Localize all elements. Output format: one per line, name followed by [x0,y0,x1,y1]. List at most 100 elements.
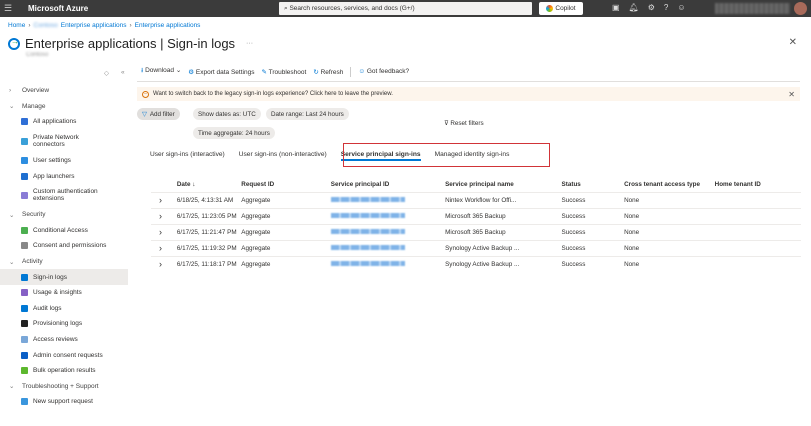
cell[interactable] [330,207,446,224]
sidebar-item-label: Security [22,211,46,219]
sidebar-item-overview[interactable]: › Overview [0,83,128,99]
sidebar-item-consent-and-permissions[interactable]: Consent and permissions [0,238,128,254]
expand-row-icon[interactable]: › [151,207,177,224]
nav-icon [21,273,28,281]
avatar[interactable] [794,2,807,15]
service-principal-id-link[interactable] [330,228,405,234]
sidebar-item-label: Troubleshooting + Support [22,382,99,390]
cell: Success [561,239,625,256]
sidebar-item-user-settings[interactable]: User settings [0,153,128,169]
table-row[interactable]: › 6/17/25, 11:19:32 PM Aggregate Synology A… [151,239,801,256]
breadcrumb-enterprise-apps[interactable]: Enterprise applications [61,22,127,29]
sidebar-item-activity[interactable]: ⌄ Activity [0,254,128,270]
dismiss-banner-icon[interactable]: ✕ [788,90,795,99]
service-principal-id-link[interactable] [330,244,405,250]
expand-row-icon[interactable]: › [151,255,177,272]
expand-row-icon[interactable]: › [151,191,177,208]
expand-row-icon[interactable]: › [151,223,177,240]
notifications-icon[interactable]: 🔔︎ [629,3,639,12]
sidebar-item-audit-logs[interactable]: Audit logs [0,301,128,317]
nav-icon [21,351,28,359]
cell: None [624,239,715,256]
nav-icon [21,157,28,165]
column-header[interactable]: Home tenant ID [715,178,801,192]
dates-filter[interactable]: Show dates as: UTC [193,108,261,120]
table-row[interactable]: › 6/18/25, 4:13:31 AM Aggregate Nintex Work… [151,191,801,208]
sidebar-item-security[interactable]: ⌄ Security [0,207,128,223]
table-row[interactable]: › 6/17/25, 11:23:05 PM Aggregate Microsoft … [151,207,801,224]
cloud-shell-icon[interactable]: ▣ [612,3,620,12]
copilot-button[interactable]: Copilot [539,2,583,15]
preview-banner[interactable]: – Want to switch back to the legacy sign-… [137,87,800,101]
troubleshoot-button[interactable]: ✎ Troubleshoot [261,68,306,76]
help-icon[interactable]: ? [664,3,668,12]
column-header[interactable]: Service principal name [445,178,561,192]
sidebar-item-troubleshooting-support[interactable]: ⌄ Troubleshooting + Support [0,379,128,395]
sidebar-item-all-applications[interactable]: All applications [0,114,128,130]
settings-icon[interactable]: ⚙ [648,3,655,12]
download-button[interactable]: ⭳ Download ⌄ [141,66,181,77]
cell[interactable] [330,191,446,208]
brand[interactable]: Microsoft Azure [28,4,88,13]
column-header[interactable]: Date ↓ [177,178,241,192]
sidebar-item-admin-consent-requests[interactable]: Admin consent requests [0,347,128,363]
add-filter-button[interactable]: ▽ Add filter [137,108,180,120]
breadcrumb-home[interactable]: Home [8,22,25,29]
column-header[interactable]: Cross tenant access type [624,178,715,192]
cell[interactable] [330,223,446,240]
sidebar-item-manage[interactable]: ⌄ Manage [0,99,128,115]
collapse-sidebar-icon[interactable]: « [121,69,125,77]
expand-row-icon[interactable]: › [151,239,177,256]
breadcrumb-enterprise-apps-2[interactable]: Enterprise applications [135,22,201,29]
sign-in-table: Date ↓ Request ID Service principal ID Serv… [151,178,801,272]
tab-user-interactive[interactable]: User sign-ins (interactive) [143,150,232,163]
more-icon[interactable]: ··· [246,40,253,47]
sidebar-item-new-support-request[interactable]: New support request [0,394,128,410]
sign-in-logs-icon [8,37,20,50]
sidebar-item-custom-authentication-extensions[interactable]: Custom authentication extensions [0,184,128,207]
refresh-button[interactable]: ↻ Refresh [313,68,343,76]
column-header[interactable]: Request ID [241,178,331,192]
cell[interactable] [330,255,446,272]
cell: 6/17/25, 11:18:17 PM [176,255,242,272]
cell: Synology Active Backup ... [445,255,562,272]
aggregate-filter[interactable]: Time aggregate: 24 hours [193,127,275,139]
sidebar-item-access-reviews[interactable]: Access reviews [0,332,128,348]
service-principal-id-link[interactable] [330,212,405,218]
expand-icon[interactable]: ◇ [104,69,109,77]
search-input[interactable]: ⌕ Search resources, services, and docs (… [279,2,532,15]
table-row[interactable]: › 6/17/25, 11:21:47 PM Aggregate Microsoft … [151,223,801,240]
sidebar-item-bulk-operation-results[interactable]: Bulk operation results [0,363,128,379]
column-header[interactable]: Status [562,178,625,192]
tab-user-non-interactive[interactable]: User sign-ins (non-interactive) [232,150,334,163]
sidebar-item-private-network-connectors[interactable]: Private Network connectors [0,130,128,153]
table-row[interactable]: › 6/17/25, 11:18:17 PM Aggregate Synology A… [151,255,801,272]
wrench-icon: ✎ [261,68,267,76]
cell[interactable] [330,239,446,256]
chevron-right-icon: › [9,87,12,95]
sidebar-item-sign-in-logs[interactable]: Sign-in logs [0,269,128,285]
sidebar-item-conditional-access[interactable]: Conditional Access [0,223,128,239]
sidebar-item-label: Audit logs [33,304,62,312]
reset-filters-button[interactable]: ⊽ Reset filters [444,120,484,127]
close-icon[interactable]: ✕ [789,37,797,48]
top-bar: ☰ Microsoft Azure ⌕ Search resources, se… [0,0,811,17]
sidebar-item-label: App launchers [33,172,75,180]
service-principal-id-link[interactable] [330,260,405,266]
column-header[interactable]: Service principal ID [331,178,445,192]
sidebar-item-provisioning-logs[interactable]: Provisioning logs [0,316,128,332]
breadcrumb-tenant[interactable]: Contoso [34,22,58,29]
feedback-button[interactable]: ☺ Got feedback? [358,68,409,75]
chevron-down-icon: ⌄ [9,211,15,219]
sidebar-item-app-launchers[interactable]: App launchers [0,168,128,184]
copilot-icon [546,5,554,12]
service-principal-id-link[interactable] [330,196,405,202]
menu-icon[interactable]: ☰ [0,3,16,14]
feedback-icon[interactable]: ☺ [677,3,685,12]
date-range-filter[interactable]: Date range: Last 24 hours [266,108,349,120]
filter-icon: ▽ [142,110,147,118]
sidebar-item-usage-insights[interactable]: Usage & insights [0,285,128,301]
export-button[interactable]: ⚙ Export data Settings [188,68,254,76]
cell: Microsoft 365 Backup [445,207,562,224]
account-info[interactable] [715,3,790,14]
